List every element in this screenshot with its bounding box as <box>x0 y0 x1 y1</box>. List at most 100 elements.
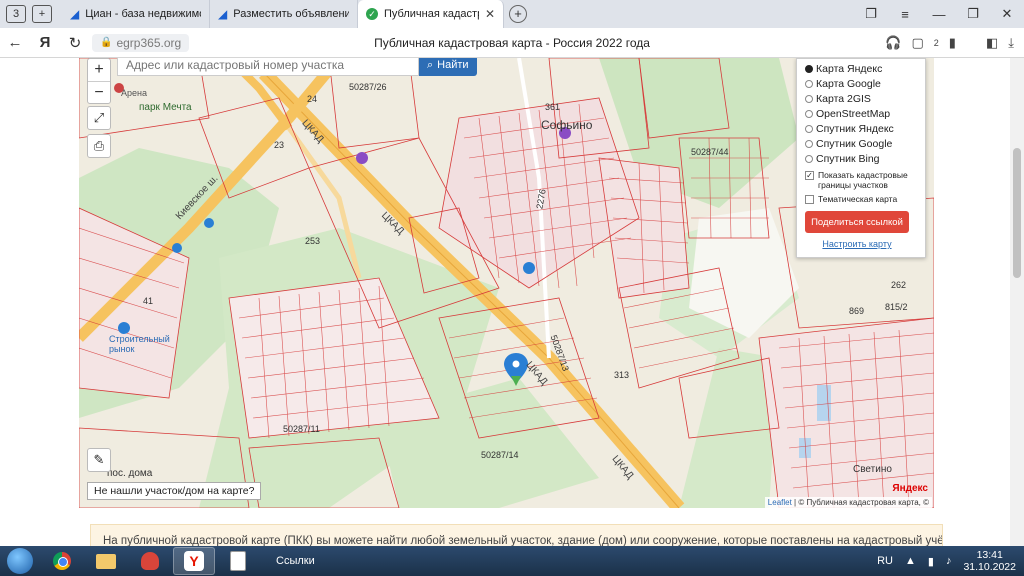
url-text: egrp365.org <box>116 35 182 50</box>
layer-yandex-satellite[interactable]: Спутник Яндекс <box>805 121 925 136</box>
layer-google-satellite[interactable]: Спутник Google <box>805 136 925 151</box>
layer-label: Карта 2GIS <box>816 92 871 105</box>
folder-icon <box>96 553 116 569</box>
collections-icon[interactable]: ❐ <box>854 6 888 22</box>
show-borders-option[interactable]: ✓ Показать кадастровые границы участков <box>805 170 925 190</box>
check-favicon-icon: ✓ <box>366 8 378 20</box>
tab-cadastral-map[interactable]: ✓ Публичная кадастровая ✕ <box>358 0 504 28</box>
label-41: 41 <box>143 296 154 306</box>
checkbox-icon[interactable] <box>805 195 814 204</box>
thematic-map-option[interactable]: Тематическая карта <box>805 194 925 204</box>
window-controls: ❐ ≡ — ❐ ✕ <box>854 0 1024 28</box>
layer-osm[interactable]: OpenStreetMap <box>805 106 925 121</box>
taskbar-app[interactable] <box>129 547 171 575</box>
tab-post-ad[interactable]: ◢ Разместить объявление о <box>210 0 358 28</box>
scrollbar-thumb[interactable] <box>1013 148 1021 278</box>
clock-time: 13:41 <box>976 549 1003 561</box>
map-search: ⌕ Найти <box>117 58 477 76</box>
taskbar-chrome[interactable] <box>41 547 83 575</box>
sidebar-icon[interactable]: ◧ <box>986 35 998 51</box>
reader-icon[interactable]: ▢ <box>911 35 923 51</box>
layer-label: Спутник Bing <box>816 152 880 165</box>
clock[interactable]: 13:41 31.10.2022 <box>963 549 1016 573</box>
bookmark-add-icon[interactable]: + <box>32 5 52 23</box>
cian-favicon-icon: ◢ <box>218 7 228 21</box>
mushroom-icon <box>141 552 159 570</box>
tray-arrow-icon[interactable]: ▲ <box>905 555 916 567</box>
back-arrow-icon[interactable]: ← <box>0 34 30 51</box>
checkbox-checked-icon[interactable]: ✓ <box>805 171 814 180</box>
ruler-icon[interactable]: ✎ <box>87 448 111 472</box>
layer-2gis-map[interactable]: Карта 2GIS <box>805 91 925 106</box>
thematic-label: Тематическая карта <box>818 194 898 204</box>
label-50287-26: 50287/26 <box>349 82 387 92</box>
downloads-icon[interactable]: ⤓ <box>1008 35 1014 51</box>
layer-bing-satellite[interactable]: Спутник Bing <box>805 151 925 166</box>
label-sofino: Софьино <box>541 118 593 132</box>
menu-icon[interactable]: ≡ <box>888 7 922 22</box>
share-link-button[interactable]: Поделиться ссылкой <box>805 211 909 233</box>
radio-icon[interactable] <box>805 64 813 73</box>
taskbar-solitaire[interactable] <box>217 547 259 575</box>
layer-yandex-map[interactable]: Карта Яндекс <box>805 61 925 76</box>
taskbar-yandex-browser[interactable]: Y <box>173 547 215 575</box>
label-park: парк Мечта <box>139 102 192 113</box>
network-icon[interactable]: ▮ <box>928 555 934 568</box>
start-button[interactable] <box>0 546 40 576</box>
label-50287-44: 50287/44 <box>691 147 729 157</box>
cadastral-map[interactable]: парк Мечта Арена Софьино Строительный ры… <box>79 58 934 508</box>
yandex-browser-icon: Y <box>184 551 204 571</box>
restore-icon[interactable]: ❐ <box>956 6 990 22</box>
radio-icon[interactable] <box>805 94 813 103</box>
fullscreen-icon[interactable]: ⤢ <box>87 106 111 130</box>
minimize-icon[interactable]: — <box>922 7 956 22</box>
tab-title: Циан - база недвижимост <box>85 8 201 20</box>
tab-strip: 3 + ◢ Циан - база недвижимост ◢ Размести… <box>0 0 1024 28</box>
yandex-icon[interactable]: Я <box>30 34 60 51</box>
layer-google-map[interactable]: Карта Google <box>805 76 925 91</box>
radio-icon[interactable] <box>805 109 813 118</box>
close-window-icon[interactable]: ✕ <box>990 6 1024 22</box>
label-pos-doma: пос. дома <box>107 468 153 479</box>
headphones-icon[interactable]: 🎧 <box>885 35 901 51</box>
show-borders-label: Показать кадастровые границы участков <box>818 170 908 190</box>
language-indicator[interactable]: RU <box>877 555 893 567</box>
cian-favicon-icon: ◢ <box>70 7 80 21</box>
label-50287-11: 50287/11 <box>283 424 320 434</box>
search-icon: ⌕ <box>427 58 434 71</box>
taskbar-explorer[interactable] <box>85 547 127 575</box>
radio-icon[interactable] <box>805 139 813 148</box>
yandex-logo: Яндекс <box>892 483 928 494</box>
close-tab-icon[interactable]: ✕ <box>485 7 495 21</box>
not-found-button[interactable]: Не нашли участок/дом на карте? <box>87 482 262 500</box>
radio-icon[interactable] <box>805 154 813 163</box>
extension-badge[interactable]: 2 <box>934 38 939 48</box>
setup-map-link[interactable]: Настроить карту <box>805 239 909 249</box>
zoom-out-button[interactable]: − <box>88 81 110 103</box>
info-box: На публичной кадастровой карте (ПКК) вы … <box>90 524 943 546</box>
search-button-label: Найти <box>437 59 469 71</box>
bookmark-icon[interactable]: ▮ <box>949 35 956 51</box>
radio-icon[interactable] <box>805 79 813 88</box>
search-input[interactable] <box>117 58 419 76</box>
links-toolbar[interactable]: Ссылки <box>276 555 315 567</box>
leaflet-link[interactable]: Leaflet <box>768 498 792 507</box>
url-field[interactable]: 🔒 egrp365.org <box>92 33 190 52</box>
map-attribution: Leaflet | © Публичная кадастровая карта,… <box>764 497 932 508</box>
zoom-in-button[interactable]: + <box>88 59 110 81</box>
search-button[interactable]: ⌕ Найти <box>419 58 477 76</box>
new-tab-button[interactable]: + <box>504 0 532 28</box>
lock-icon: 🔒 <box>100 37 113 48</box>
vertical-scrollbar[interactable] <box>1010 58 1024 546</box>
reload-icon[interactable]: ↻ <box>60 34 90 52</box>
label-815-2: 815/2 <box>885 302 908 312</box>
label-262: 262 <box>891 280 907 290</box>
print-icon[interactable]: ⎙ <box>87 134 111 158</box>
tab-counter-button[interactable]: 3 <box>6 5 26 23</box>
plus-icon: + <box>509 5 527 23</box>
label-stroitelny: Строительный рынок <box>109 334 170 354</box>
volume-icon[interactable]: ♪ <box>946 555 952 567</box>
tab-cian[interactable]: ◢ Циан - база недвижимост <box>62 0 210 28</box>
radio-icon[interactable] <box>805 124 813 133</box>
layer-label: OpenStreetMap <box>816 107 891 120</box>
